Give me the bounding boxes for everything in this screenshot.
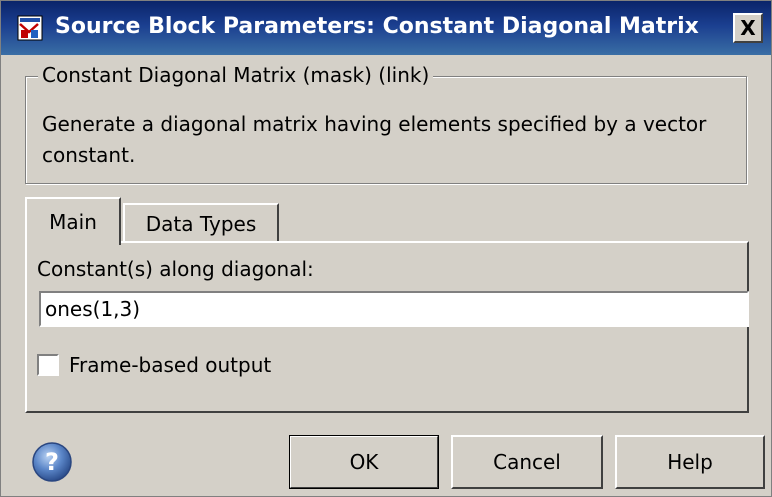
description-group: Constant Diagonal Matrix (mask) (link) G… [25,63,747,184]
title-bar[interactable]: Source Block Parameters: Constant Diagon… [1,1,771,55]
window-title: Source Block Parameters: Constant Diagon… [55,14,699,39]
help-button[interactable]: Help [615,435,765,489]
group-legend: Constant Diagonal Matrix (mask) (link) [38,63,434,87]
question-icon[interactable]: ? [31,441,73,483]
tab-main-label: Main [49,210,97,234]
constant-label: Constant(s) along diagonal: [37,257,314,281]
close-button[interactable]: X [733,13,763,43]
tab-data-types[interactable]: Data Types [123,203,279,243]
frame-based-checkbox[interactable] [37,354,59,376]
frame-based-row[interactable]: Frame-based output [37,353,271,377]
frame-based-label[interactable]: Frame-based output [69,353,271,377]
simulink-block-icon [17,15,43,41]
ok-button[interactable]: OK [289,435,439,489]
cancel-button[interactable]: Cancel [451,435,603,489]
tab-main[interactable]: Main [25,197,121,245]
main-tab-panel: Constant(s) along diagonal: Frame-based … [25,241,749,413]
tab-data-types-label: Data Types [145,212,257,236]
close-icon: X [740,16,756,40]
group-description: Generate a diagonal matrix having elemen… [42,112,707,167]
constant-input[interactable] [39,291,749,327]
dialog-window: Source Block Parameters: Constant Diagon… [0,0,772,497]
svg-text:?: ? [45,448,59,476]
